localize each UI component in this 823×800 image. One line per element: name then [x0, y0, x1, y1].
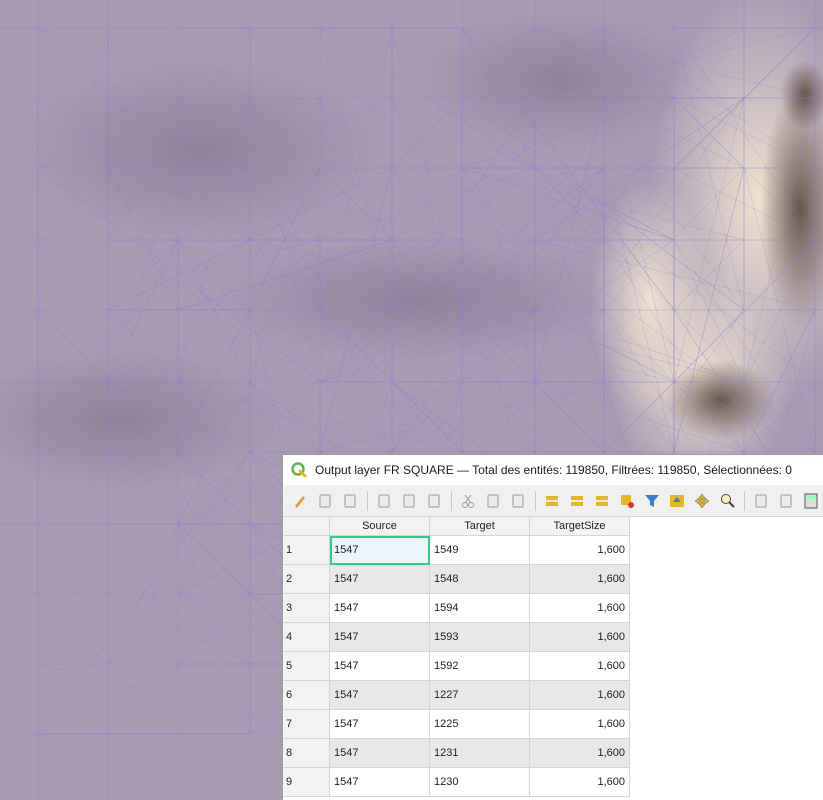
cell-source[interactable]: 1547: [329, 651, 430, 681]
cell-targetsize[interactable]: 1,600: [529, 651, 630, 681]
row-number[interactable]: 5: [283, 651, 330, 681]
toolbar-separator: [451, 490, 452, 511]
cell-target[interactable]: 1225: [429, 709, 530, 739]
cell-source[interactable]: 1547: [329, 535, 430, 565]
table-row[interactable]: 2 1547 1548 1,600: [283, 564, 630, 594]
multi-edit-icon[interactable]: [314, 490, 336, 512]
reload-icon[interactable]: [373, 490, 395, 512]
cell-source[interactable]: 1547: [329, 767, 430, 797]
toggle-editing-icon[interactable]: [289, 490, 311, 512]
cell-source[interactable]: 1547: [329, 593, 430, 623]
row-number[interactable]: 4: [283, 622, 330, 652]
deselect-all-icon[interactable]: [616, 490, 638, 512]
table-row[interactable]: 8 1547 1231 1,600: [283, 738, 630, 768]
cell-source[interactable]: 1547: [329, 738, 430, 768]
qgis-logo-icon: [291, 462, 307, 478]
delete-field-icon[interactable]: [775, 490, 797, 512]
cell-target[interactable]: 1594: [429, 593, 530, 623]
cell-target[interactable]: 1227: [429, 680, 530, 710]
toolbar-separator: [535, 490, 536, 511]
attribute-toolbar: [283, 485, 823, 517]
cut-icon[interactable]: [457, 490, 479, 512]
table-row[interactable]: 6 1547 1227 1,600: [283, 680, 630, 710]
cell-source[interactable]: 1547: [329, 564, 430, 594]
window-title: Output layer FR SQUARE — Total des entit…: [315, 463, 792, 477]
corner-header[interactable]: [283, 517, 330, 536]
cell-target[interactable]: 1592: [429, 651, 530, 681]
cell-targetsize[interactable]: 1,600: [529, 564, 630, 594]
field-calculator-icon[interactable]: [800, 490, 822, 512]
toolbar-separator: [744, 490, 745, 511]
column-header-source[interactable]: Source: [329, 517, 430, 536]
table-row[interactable]: 5 1547 1592 1,600: [283, 651, 630, 681]
cell-source[interactable]: 1547: [329, 680, 430, 710]
attribute-table-window[interactable]: Output layer FR SQUARE — Total des entit…: [282, 454, 823, 800]
cell-targetsize[interactable]: 1,600: [529, 680, 630, 710]
delete-feature-icon[interactable]: [423, 490, 445, 512]
row-number[interactable]: 8: [283, 738, 330, 768]
pan-map-icon[interactable]: [691, 490, 713, 512]
table-header-row: Source Target TargetSize: [283, 517, 630, 536]
cell-source[interactable]: 1547: [329, 709, 430, 739]
table-row[interactable]: 9 1547 1230 1,600: [283, 767, 630, 797]
zoom-map-icon[interactable]: [716, 490, 738, 512]
paste-icon[interactable]: [507, 490, 529, 512]
cell-target[interactable]: 1593: [429, 622, 530, 652]
add-feature-icon[interactable]: [398, 490, 420, 512]
filter-select-icon[interactable]: [641, 490, 663, 512]
cell-target[interactable]: 1231: [429, 738, 530, 768]
save-edits-icon[interactable]: [339, 490, 361, 512]
select-by-expression-icon[interactable]: [541, 490, 563, 512]
move-selection-top-icon[interactable]: [666, 490, 688, 512]
cell-target[interactable]: 1549: [429, 535, 530, 565]
cell-targetsize[interactable]: 1,600: [529, 622, 630, 652]
cell-target[interactable]: 1548: [429, 564, 530, 594]
select-all-icon[interactable]: [566, 490, 588, 512]
cell-targetsize[interactable]: 1,600: [529, 767, 630, 797]
table-row[interactable]: 1 1547 1549 1,600: [283, 535, 630, 565]
toolbar-separator: [367, 490, 368, 511]
column-header-targetsize[interactable]: TargetSize: [529, 517, 630, 536]
cell-target[interactable]: 1230: [429, 767, 530, 797]
cell-targetsize[interactable]: 1,600: [529, 738, 630, 768]
row-number[interactable]: 2: [283, 564, 330, 594]
cell-targetsize[interactable]: 1,600: [529, 593, 630, 623]
table-row[interactable]: 7 1547 1225 1,600: [283, 709, 630, 739]
table-row[interactable]: 3 1547 1594 1,600: [283, 593, 630, 623]
attribute-table[interactable]: Source Target TargetSize 1 1547 1549 1,600 2…: [283, 517, 823, 800]
row-number[interactable]: 9: [283, 767, 330, 797]
row-number[interactable]: 6: [283, 680, 330, 710]
row-number[interactable]: 7: [283, 709, 330, 739]
row-number[interactable]: 1: [283, 535, 330, 565]
invert-selection-icon[interactable]: [591, 490, 613, 512]
new-field-icon[interactable]: [750, 490, 772, 512]
cell-source[interactable]: 1547: [329, 622, 430, 652]
column-header-target[interactable]: Target: [429, 517, 530, 536]
row-number[interactable]: 3: [283, 593, 330, 623]
cell-targetsize[interactable]: 1,600: [529, 535, 630, 565]
cell-targetsize[interactable]: 1,600: [529, 709, 630, 739]
copy-icon[interactable]: [482, 490, 504, 512]
table-row[interactable]: 4 1547 1593 1,600: [283, 622, 630, 652]
window-title-bar[interactable]: Output layer FR SQUARE — Total des entit…: [283, 455, 823, 485]
